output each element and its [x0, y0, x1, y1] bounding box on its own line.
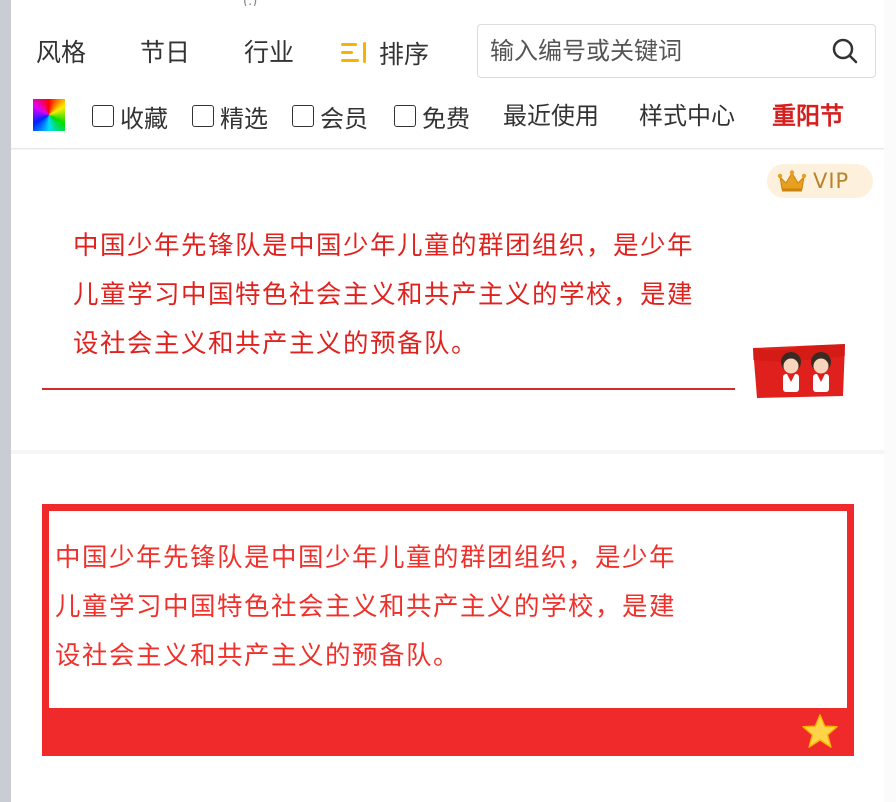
text-line: 儿童学习中国特色社会主义和共产主义的学校，是建	[73, 280, 695, 310]
featured-checkbox[interactable]	[192, 105, 214, 127]
member-label: 会员	[320, 104, 368, 133]
window-edge	[0, 0, 11, 802]
text-line: 设社会主义和共产主义的预备队。	[73, 329, 479, 359]
text-line: 儿童学习中国特色社会主义和共产主义的学校，是建	[55, 592, 677, 622]
filter-member[interactable]: 会员	[292, 101, 368, 133]
text-line: 设社会主义和共产主义的预备队。	[55, 641, 461, 671]
template-card[interactable]: VIP 中国少年先锋队是中国少年儿童的群团组织，是少年 儿童学习中国特色社会主义…	[11, 150, 884, 450]
text-line: 中国少年先锋队是中国少年儿童的群团组织，是少年	[73, 231, 695, 261]
filter-free[interactable]: 免费	[394, 101, 470, 133]
divider-line	[42, 388, 735, 390]
template-card[interactable]: 中国少年先锋队是中国少年儿童的群团组织，是少年 儿童学习中国特色社会主义和共产主…	[11, 454, 884, 802]
member-checkbox[interactable]	[292, 105, 314, 127]
category-festival[interactable]: 节日	[140, 38, 190, 68]
young-pioneers-flag-illustration	[753, 344, 845, 398]
vip-label: VIP	[813, 169, 850, 193]
recent-link[interactable]: 最近使用	[503, 101, 599, 131]
filter-favorites[interactable]: 收藏	[92, 101, 168, 133]
category-style[interactable]: 风格	[36, 38, 86, 68]
search-icon[interactable]	[823, 29, 867, 73]
vip-badge: VIP	[767, 164, 873, 198]
template-text: 中国少年先锋队是中国少年儿童的群团组织，是少年 儿童学习中国特色社会主义和共产主…	[73, 222, 694, 369]
free-label: 免费	[422, 104, 470, 133]
free-checkbox[interactable]	[394, 105, 416, 127]
sort-label: 排序	[379, 40, 430, 69]
template-toolbar: 风格 节日 行业 排序 收藏 精选 会员 免费 最近使用 样式中心 重阳节	[11, 6, 884, 149]
category-industry[interactable]: 行业	[244, 38, 294, 68]
favorites-checkbox[interactable]	[92, 105, 114, 127]
color-picker-icon[interactable]	[33, 99, 65, 131]
style-center-link[interactable]: 样式中心	[639, 101, 735, 131]
sort-button[interactable]: 排序	[341, 38, 430, 69]
search-input[interactable]	[488, 30, 823, 72]
featured-label: 精选	[220, 104, 268, 133]
crown-icon	[777, 170, 807, 192]
sort-icon	[341, 42, 371, 64]
filter-featured[interactable]: 精选	[192, 101, 268, 133]
template-text: 中国少年先锋队是中国少年儿童的群团组织，是少年 儿童学习中国特色社会主义和共产主…	[55, 534, 676, 681]
favorites-label: 收藏	[120, 104, 168, 133]
festival-tab-chongyang[interactable]: 重阳节	[772, 101, 844, 131]
star-icon	[802, 714, 838, 748]
text-line: 中国少年先锋队是中国少年儿童的群团组织，是少年	[55, 543, 677, 573]
search-box	[477, 24, 876, 78]
scrollbar-track[interactable]	[884, 0, 896, 802]
